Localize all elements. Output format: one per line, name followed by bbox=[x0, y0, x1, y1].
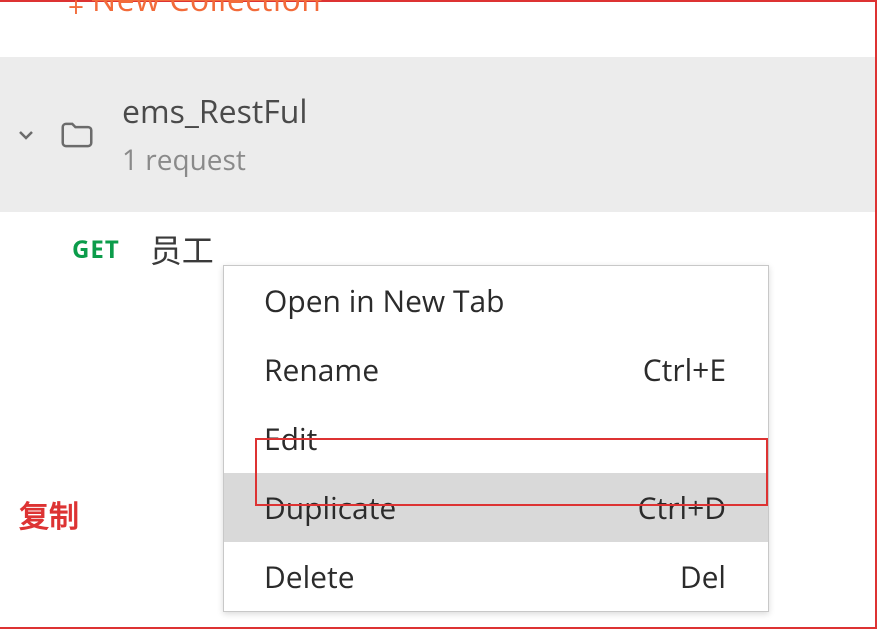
collection-meta: ems_RestFul 1 request bbox=[122, 90, 307, 179]
new-collection-label: New Collection bbox=[92, 0, 321, 21]
collection-count: 1 request bbox=[122, 141, 307, 179]
collection-header[interactable]: ems_RestFul 1 request bbox=[0, 57, 875, 212]
menu-item-label: Rename bbox=[264, 349, 379, 390]
menu-item-label: Duplicate bbox=[264, 487, 396, 528]
menu-item-delete[interactable]: Delete Del bbox=[224, 542, 768, 611]
menu-item-label: Delete bbox=[264, 556, 355, 597]
new-collection-button[interactable]: + New Collection bbox=[0, 2, 875, 32]
menu-item-shortcut: Ctrl+D bbox=[638, 487, 726, 528]
plus-icon: + bbox=[68, 0, 84, 26]
request-name: 员工 bbox=[150, 226, 214, 272]
menu-item-open-new-tab[interactable]: Open in New Tab bbox=[224, 266, 768, 335]
menu-item-shortcut: Del bbox=[680, 556, 726, 597]
folder-icon bbox=[58, 116, 96, 154]
menu-item-rename[interactable]: Rename Ctrl+E bbox=[224, 335, 768, 404]
context-menu: Open in New Tab Rename Ctrl+E Edit Dupli… bbox=[223, 265, 769, 612]
menu-item-duplicate[interactable]: Duplicate Ctrl+D bbox=[224, 473, 768, 542]
chevron-down-icon[interactable] bbox=[14, 123, 38, 147]
annotation-label: 复制 bbox=[19, 492, 79, 536]
menu-item-edit[interactable]: Edit bbox=[224, 404, 768, 473]
http-method-badge: GET bbox=[72, 233, 120, 266]
menu-item-shortcut: Ctrl+E bbox=[643, 349, 726, 390]
menu-item-label: Open in New Tab bbox=[264, 280, 505, 321]
collection-name: ems_RestFul bbox=[122, 90, 307, 133]
menu-item-label: Edit bbox=[264, 418, 317, 459]
